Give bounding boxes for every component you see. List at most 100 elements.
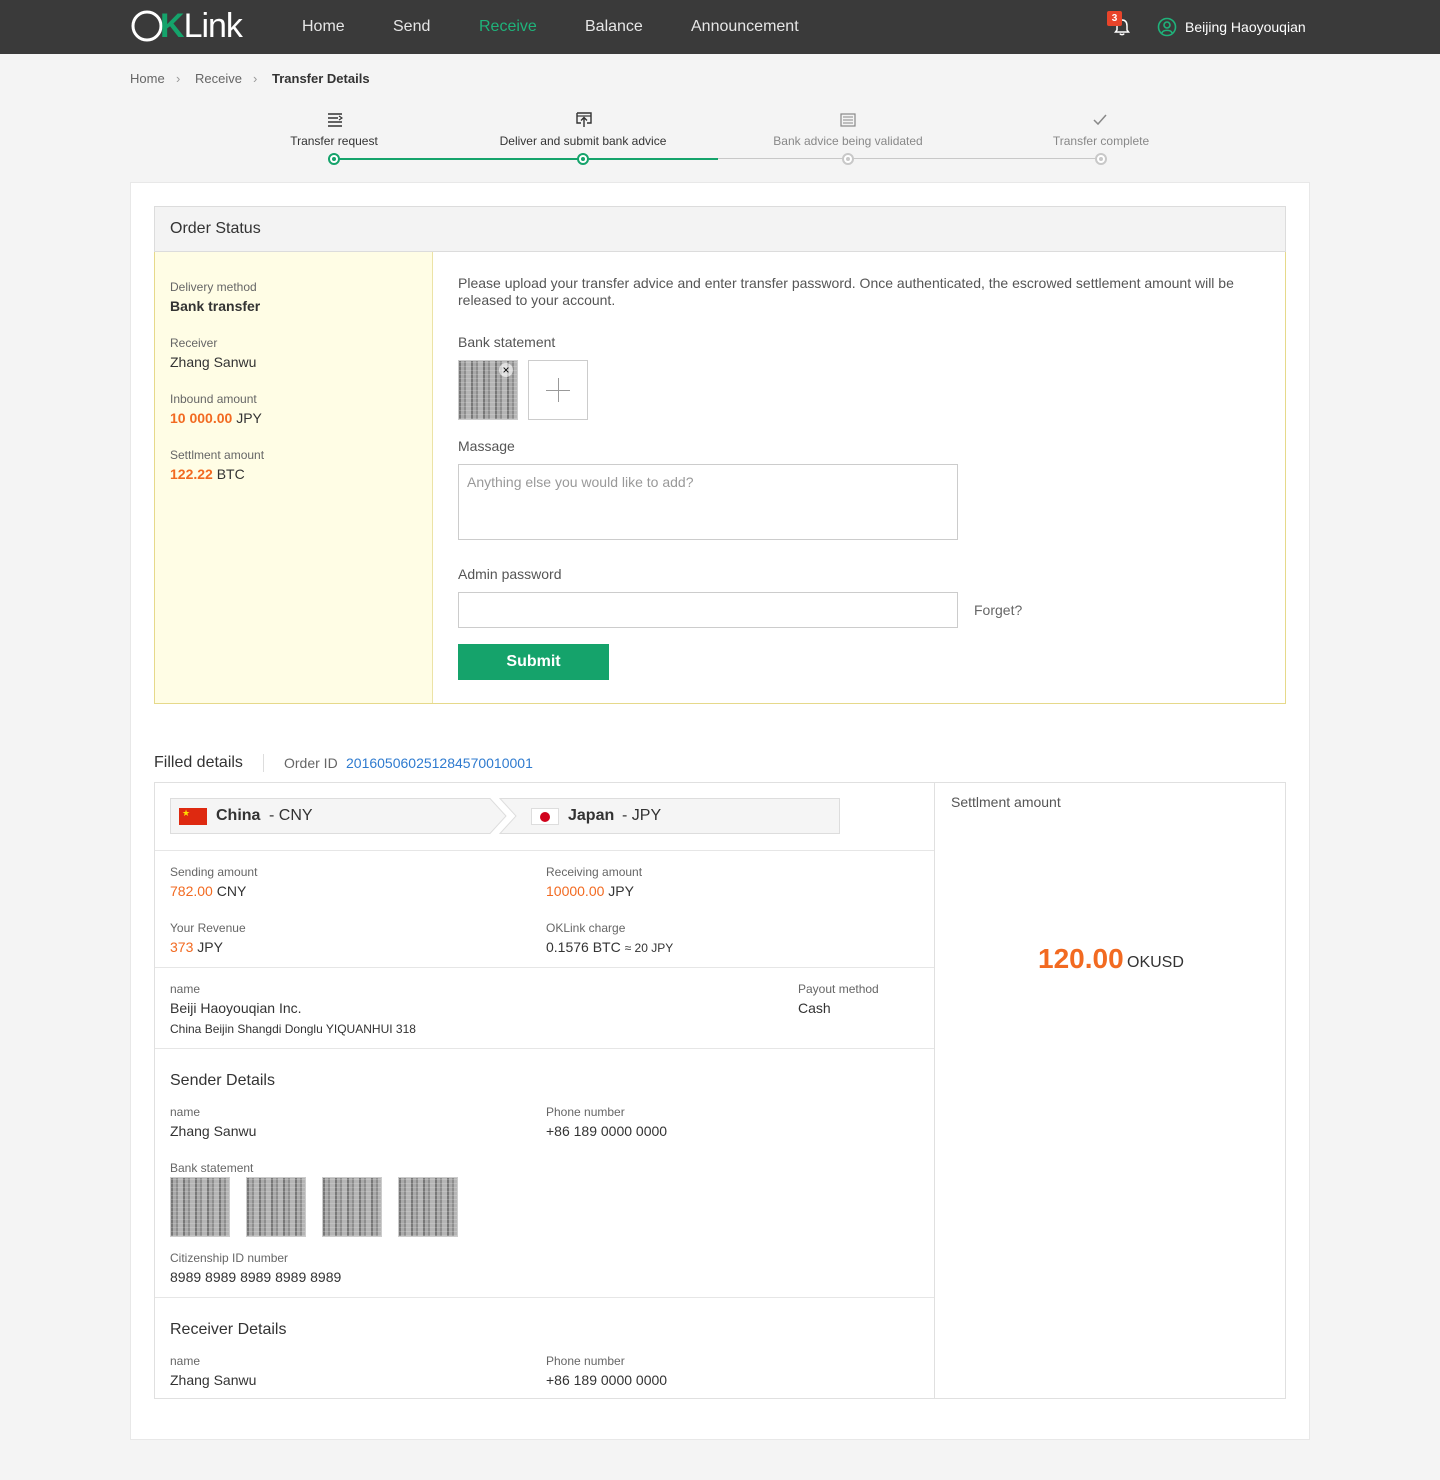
sender-name-label: name [170,1105,201,1119]
progress-line-todo [718,158,1102,159]
message-label: Massage [458,438,515,454]
receiver-value: Zhang Sanwu [170,354,257,370]
revenue-amount: 373 JPY [170,939,223,955]
top-navbar: KLink Home Send Receive Balance Announce… [0,0,1440,54]
notification-badge: 3 [1107,11,1122,26]
receiver-name-label: name [170,1354,201,1368]
step-dot-2 [577,153,589,165]
bank-statement-thumbnail[interactable] [246,1177,306,1237]
inbound-amount: 10 000.00 JPY [170,410,262,426]
step-label-3: Bank advice being validated [773,134,923,148]
payout-method-label: Payout method [798,982,879,996]
order-id-label: Order ID [284,755,338,771]
citizenship-id-value: 8989 8989 8989 8989 8989 [170,1269,342,1285]
sending-amount-currency: CNY [216,883,247,899]
bank-statement-thumbnail[interactable] [170,1177,230,1237]
citizenship-id-label: Citizenship ID number [170,1251,289,1265]
message-input[interactable] [458,464,958,540]
document-icon [840,113,856,127]
step-dot-4 [1095,153,1107,165]
divider [263,754,264,772]
charge-value-btc: 0.1576 BTC [546,939,621,955]
receiver-phone-label: Phone number [546,1354,625,1368]
step-label-2: Deliver and submit bank advice [499,134,667,148]
user-avatar-icon[interactable] [1157,17,1177,37]
forget-password-link[interactable]: Forget? [974,602,1022,618]
add-file-button[interactable] [528,360,588,420]
settlement-panel-amount: 120.00 [1038,943,1124,974]
payout-method-value: Cash [798,1000,831,1016]
receiving-amount-number: 10000.00 [546,883,605,899]
sender-phone: +86 189 0000 0000 [546,1123,668,1139]
breadcrumb-current: Transfer Details [272,71,370,86]
nav-balance[interactable]: Balance [585,0,643,54]
breadcrumb-receive[interactable]: Receive [195,71,242,87]
inbound-amount-currency: JPY [236,410,262,426]
nav-receive[interactable]: Receive [479,0,537,54]
bank-statement-label: Bank statement [458,334,556,350]
sender-details-title: Sender Details [170,1072,275,1089]
delivery-method-value: Bank transfer [170,298,261,314]
receiver-label: Receiver [170,336,218,350]
remove-icon[interactable]: × [499,363,513,377]
charge-value: 0.1576 BTC ≈ 20 JPY [546,939,673,956]
settlement-panel-label: Settlment amount [951,794,1061,810]
nav-announcement[interactable]: Announcement [691,0,799,54]
receiver-phone: +86 189 0000 0000 [546,1372,668,1388]
progress-line-done [334,158,718,160]
to-currency: - JPY [622,807,662,824]
to-country: Japan [568,807,615,824]
receiver-details-title: Receiver Details [170,1321,287,1338]
order-status-header [154,206,1286,252]
chevron-right-icon: › [176,71,181,86]
nav-home[interactable]: Home [302,0,345,54]
upload-icon [576,112,592,127]
bank-statement-thumbnail[interactable] [322,1177,382,1237]
chevron-right-icon: › [253,71,258,86]
nav-send[interactable]: Send [393,0,430,54]
order-status-title: Order Status [170,220,261,237]
revenue-label: Your Revenue [170,921,246,935]
settlement-amount-number: 122.22 [170,466,213,482]
password-input[interactable] [458,592,958,628]
step-dot-3 [842,153,854,165]
sending-amount-number: 782.00 [170,883,213,899]
charge-approx: ≈ 20 JPY [624,941,674,955]
charge-label: OKLink charge [546,921,626,935]
company-name-label: name [170,982,201,996]
divider [155,850,934,851]
sender-name: Zhang Sanwu [170,1123,257,1139]
breadcrumb-home[interactable]: Home [130,71,165,87]
upload-instructions: Please upload your transfer advice and e… [458,275,1234,308]
settlement-amount: 122.22 BTC [170,466,245,482]
step-label-1: Transfer request [290,134,378,148]
from-country: China [216,807,261,824]
inbound-amount-number: 10 000.00 [170,410,233,426]
receiving-amount-currency: JPY [608,883,634,899]
sending-amount: 782.00 CNY [170,883,246,899]
password-label: Admin password [458,566,562,582]
bank-statement-thumbnail[interactable] [398,1177,458,1237]
divider-vertical [934,783,935,1398]
receiving-amount: 10000.00 JPY [546,883,634,899]
receiver-name: Zhang Sanwu [170,1372,257,1388]
list-icon [328,113,343,127]
filled-details-box [154,782,1286,1399]
sender-bank-statement-label: Bank statement [170,1161,254,1175]
filled-details-title: Filled details [154,754,243,771]
revenue-amount-currency: JPY [197,939,223,955]
company-name: Beiji Haoyouqian Inc. [170,1000,302,1016]
user-name[interactable]: Beijing Haoyouqian [1185,0,1306,54]
logo-text: Link [183,7,243,45]
delivery-method-label: Delivery method [170,280,257,294]
divider [155,967,934,968]
china-flag-icon [179,807,207,825]
revenue-amount-number: 373 [170,939,194,955]
step-dot-1 [328,153,340,165]
submit-button[interactable]: Submit [458,644,609,680]
order-id-link[interactable]: 201605060251284570010001 [346,755,533,771]
receiving-amount-label: Receiving amount [546,865,643,879]
company-address: China Beijin Shangdi Donglu YIQUANHUI 31… [170,1022,416,1036]
step-label-4: Transfer complete [1052,134,1150,148]
divider [155,1048,934,1049]
